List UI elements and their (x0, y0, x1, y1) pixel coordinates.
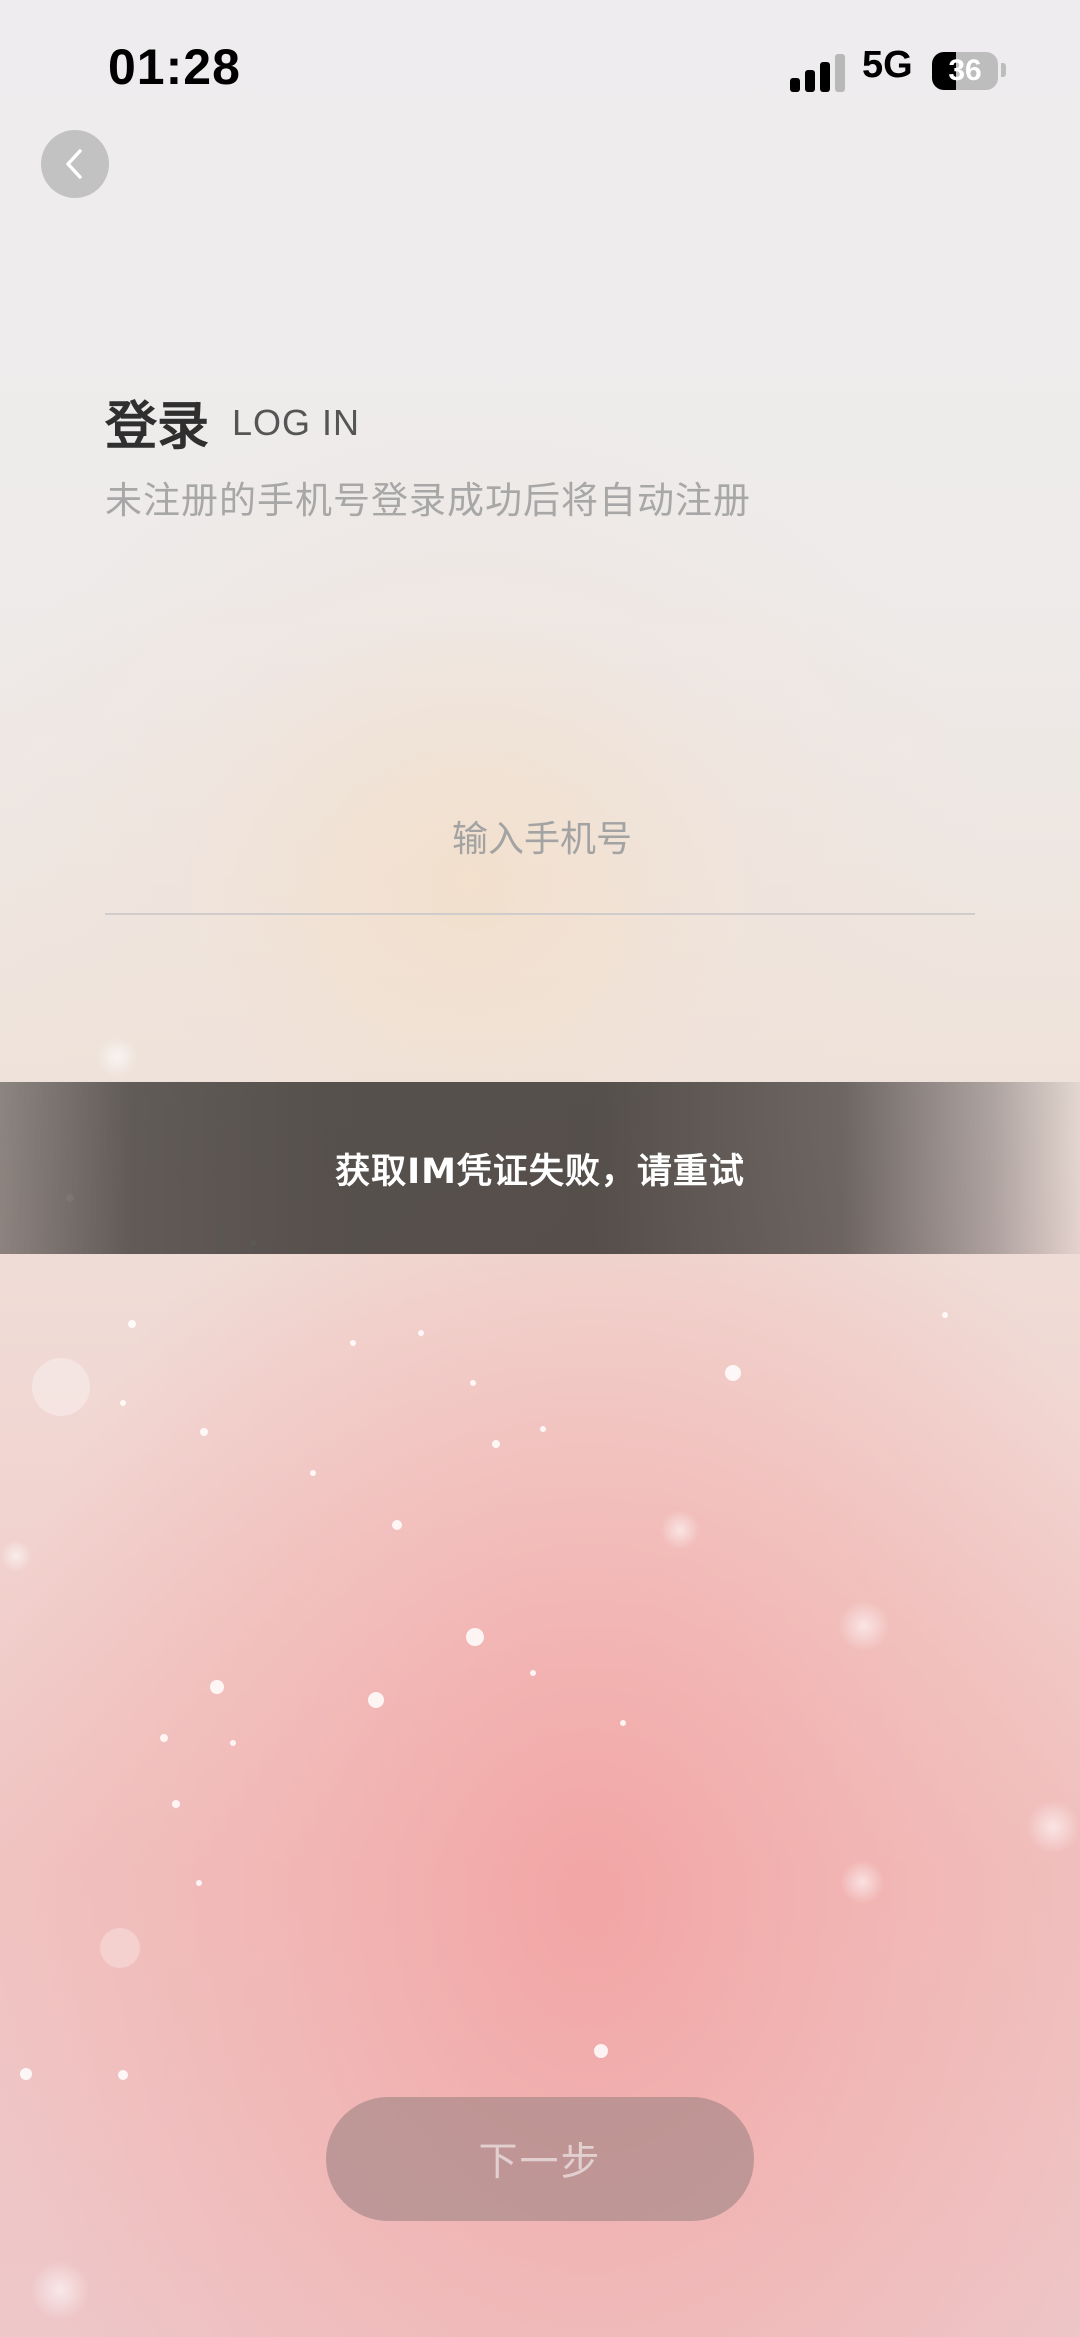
toast-message: 获取IM凭证失败，请重试 (335, 1151, 745, 1192)
battery-cap (1001, 63, 1006, 77)
battery-percent: 36 (948, 54, 982, 87)
page-title: 登录 (105, 397, 210, 457)
phone-number-input[interactable] (105, 800, 979, 878)
page-subtitle: LOG IN (232, 402, 361, 443)
back-button[interactable] (41, 130, 109, 198)
battery-icon: 36 (932, 52, 998, 90)
input-underline (105, 913, 975, 915)
error-toast: 获取IM凭证失败，请重试 (0, 1082, 1080, 1254)
status-time: 01:28 (108, 39, 241, 95)
chevron-left-icon (66, 149, 82, 179)
cellular-signal-icon (790, 52, 846, 92)
next-button[interactable]: 下一步 (326, 2097, 754, 2221)
next-button-label: 下一步 (478, 2140, 602, 2185)
auto-register-hint: 未注册的手机号登录成功后将自动注册 (105, 479, 751, 522)
network-type: 5G (862, 44, 913, 86)
